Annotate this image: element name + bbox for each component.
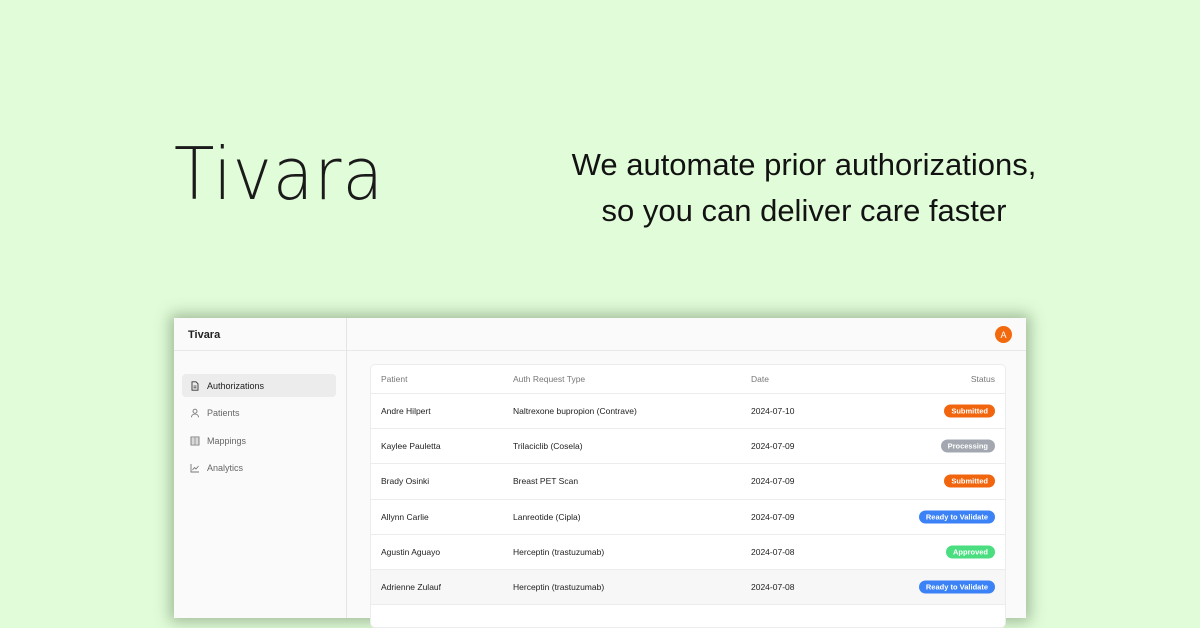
status-badge: Submitted — [944, 404, 995, 418]
sidebar-item-analytics[interactable]: Analytics — [182, 457, 336, 480]
status-cell: Submitted — [944, 404, 995, 418]
table-row[interactable]: Agustin Aguayo Herceptin (trastuzumab) 202… — [371, 535, 1005, 570]
auth-request-type-cell: Herceptin (trastuzumab) — [513, 546, 605, 557]
auth-request-type-cell: Lanreotide (Cipla) — [513, 511, 581, 522]
authorizations-table: Patient Auth Request Type Date Status An… — [370, 364, 1006, 628]
date-cell: 2024-07-08 — [751, 582, 795, 593]
tagline-line-1: We automate prior authorizations, — [571, 147, 1037, 182]
date-cell: 2024-07-09 — [751, 476, 795, 487]
document-icon — [190, 380, 200, 391]
status-badge: Processing — [940, 439, 995, 453]
column-header-auth-request-type[interactable]: Auth Request Type — [513, 374, 585, 384]
sidebar-item-label: Analytics — [207, 463, 244, 473]
grid-icon — [190, 436, 200, 446]
patient-cell: Adrienne Zulauf — [381, 582, 442, 593]
date-cell: 2024-07-08 — [751, 546, 795, 557]
brand-logo-text: Tivara — [174, 132, 384, 216]
column-header-status[interactable]: Status — [971, 374, 995, 384]
patient-cell: Andre Hilpert — [381, 406, 431, 417]
auth-request-type-cell: Trilaciclib (Cosela) — [513, 441, 583, 452]
sidebar-item-label: Mappings — [207, 435, 247, 446]
status-badge: Ready to Validate — [918, 510, 995, 524]
avatar[interactable]: A — [995, 326, 1012, 343]
sidebar-divider — [174, 350, 346, 351]
sidebar: Tivara Authorizations Patients Mappings — [174, 318, 347, 618]
table-row[interactable]: Allynn Carlie Lanreotide (Cipla) 2024-07-0… — [371, 500, 1005, 535]
status-badge: Approved — [945, 545, 995, 559]
user-icon — [190, 408, 200, 418]
table-row[interactable]: Andre Hilpert Naltrexone bupropion (Contr… — [371, 394, 1005, 430]
top-bar: A — [347, 318, 1026, 351]
date-cell: 2024-07-09 — [751, 511, 795, 522]
sidebar-item-label: Authorizations — [207, 380, 265, 391]
sidebar-item-patients[interactable]: Patients — [182, 402, 336, 425]
chart-icon — [190, 463, 200, 473]
table-header-row: Patient Auth Request Type Date Status — [371, 365, 1005, 394]
tagline-line-2: so you can deliver care faster — [601, 193, 1007, 228]
app-title: Tivara — [188, 329, 221, 341]
status-badge: Ready to Validate — [918, 580, 995, 594]
column-header-patient[interactable]: Patient — [381, 374, 407, 384]
patient-cell: Brady Osinki — [381, 476, 430, 487]
status-cell: Ready to Validate — [918, 580, 995, 594]
sidebar-item-label: Patients — [207, 408, 240, 418]
table-row[interactable]: Brady Osinki Breast PET Scan 2024-07-09 Sub… — [371, 464, 1005, 500]
status-cell: Submitted — [944, 474, 995, 488]
auth-request-type-cell: Naltrexone bupropion (Contrave) — [513, 406, 637, 417]
patient-cell: Kaylee Pauletta — [381, 441, 441, 452]
sidebar-item-authorizations[interactable]: Authorizations — [182, 374, 336, 397]
date-cell: 2024-07-09 — [751, 441, 795, 452]
auth-request-type-cell: Breast PET Scan — [513, 476, 579, 487]
date-cell: 2024-07-10 — [751, 406, 795, 417]
tagline: We automate prior authorizations, so you… — [520, 142, 1088, 234]
patient-cell: Allynn Carlie — [381, 511, 429, 522]
status-cell: Approved — [945, 545, 995, 559]
sidebar-item-mappings[interactable]: Mappings — [182, 429, 336, 452]
column-header-date[interactable]: Date — [751, 374, 769, 384]
table-row[interactable]: Kaylee Pauletta Trilaciclib (Cosela) 2024-… — [371, 429, 1005, 465]
app-screenshot-window: Tivara Authorizations Patients Mappings — [174, 318, 1026, 628]
patient-cell: Agustin Aguayo — [381, 546, 441, 557]
auth-request-type-cell: Herceptin (trastuzumab) — [513, 582, 605, 593]
status-cell: Processing — [940, 439, 995, 453]
sidebar-nav: Authorizations Patients Mappings Analyti… — [182, 374, 336, 484]
status-badge: Submitted — [944, 474, 995, 488]
status-cell: Ready to Validate — [918, 510, 995, 524]
